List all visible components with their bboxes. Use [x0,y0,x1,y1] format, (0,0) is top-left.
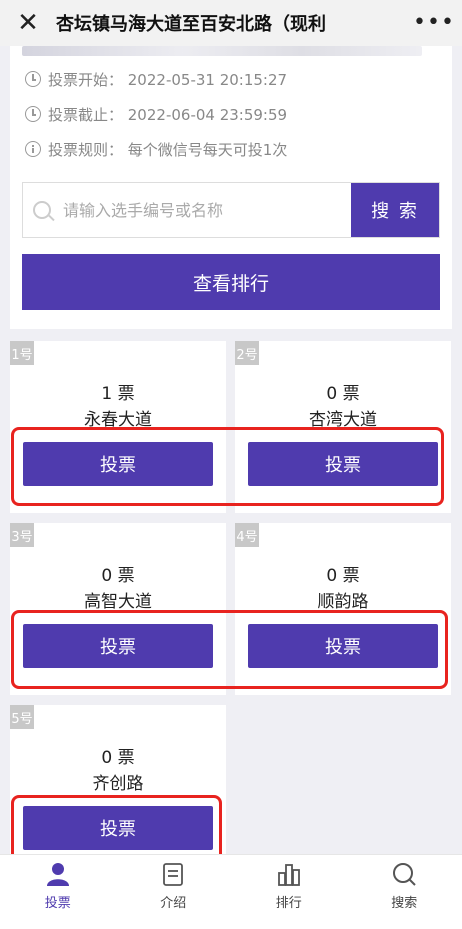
tab-label: 搜索 [391,896,418,911]
tab-ranking[interactable]: 排行 [231,855,347,929]
document-icon [163,863,184,886]
vote-end-row: 投票截止： 2022-06-04 23:59:59 [25,103,287,125]
vote-count: 0 票 [101,566,135,586]
vote-count: 1 票 [101,384,135,404]
bottom-tab-bar: 投票 介绍 排行 搜索 [0,854,462,929]
more-icon[interactable]: ••• [406,0,462,46]
search-input[interactable] [63,183,351,237]
tab-label: 介绍 [160,896,187,911]
blurred-text [22,46,422,56]
search-icon [23,183,63,237]
view-ranking-button[interactable]: 查看排行 [22,254,440,310]
info-panel: 投票开始： 2022-05-31 20:15:27 投票截止： 2022-06-… [10,46,452,329]
highlight-box [11,795,222,863]
vote-count: 0 票 [326,566,360,586]
tab-label: 排行 [275,896,302,911]
info-icon [25,141,41,157]
number-badge: 3号 [10,523,34,547]
top-bar: ✕ 杏坛镇马海大道至百安北路（现利 ••• [0,0,462,46]
vote-count: 0 票 [326,384,360,404]
clock-icon [25,106,41,122]
vote-count: 0 票 [101,748,135,768]
number-badge: 5号 [10,705,34,729]
contestant-name: 顺韵路 [317,592,369,612]
search-button[interactable]: 搜 索 [351,183,439,237]
vote-rule-text: 投票规则： 每个微信号每天可投1次 [48,140,288,159]
vote-rule-row: 投票规则： 每个微信号每天可投1次 [25,138,287,160]
tab-label: 投票 [44,896,71,911]
vote-start-row: 投票开始： 2022-05-31 20:15:27 [25,68,287,90]
contestant-name: 高智大道 [84,592,152,612]
close-icon[interactable]: ✕ [0,0,56,46]
tab-intro[interactable]: 介绍 [116,855,232,929]
number-badge: 1号 [10,341,34,365]
user-icon [46,863,69,886]
page-title: 杏坛镇马海大道至百安北路（现利 [56,14,326,35]
tab-search[interactable]: 搜索 [347,855,462,929]
clock-icon [25,71,41,87]
search-icon [393,863,416,886]
bar-chart-icon [277,864,300,886]
tab-vote[interactable]: 投票 [0,855,116,929]
highlight-box [11,610,448,689]
contestant-name: 齐创路 [92,774,144,794]
number-badge: 2号 [235,341,259,365]
highlight-box [11,427,444,506]
number-badge: 4号 [235,523,259,547]
vote-end-text: 投票截止： 2022-06-04 23:59:59 [48,105,288,124]
search-bar: 搜 索 [22,182,440,238]
vote-start-text: 投票开始： 2022-05-31 20:15:27 [48,70,288,89]
